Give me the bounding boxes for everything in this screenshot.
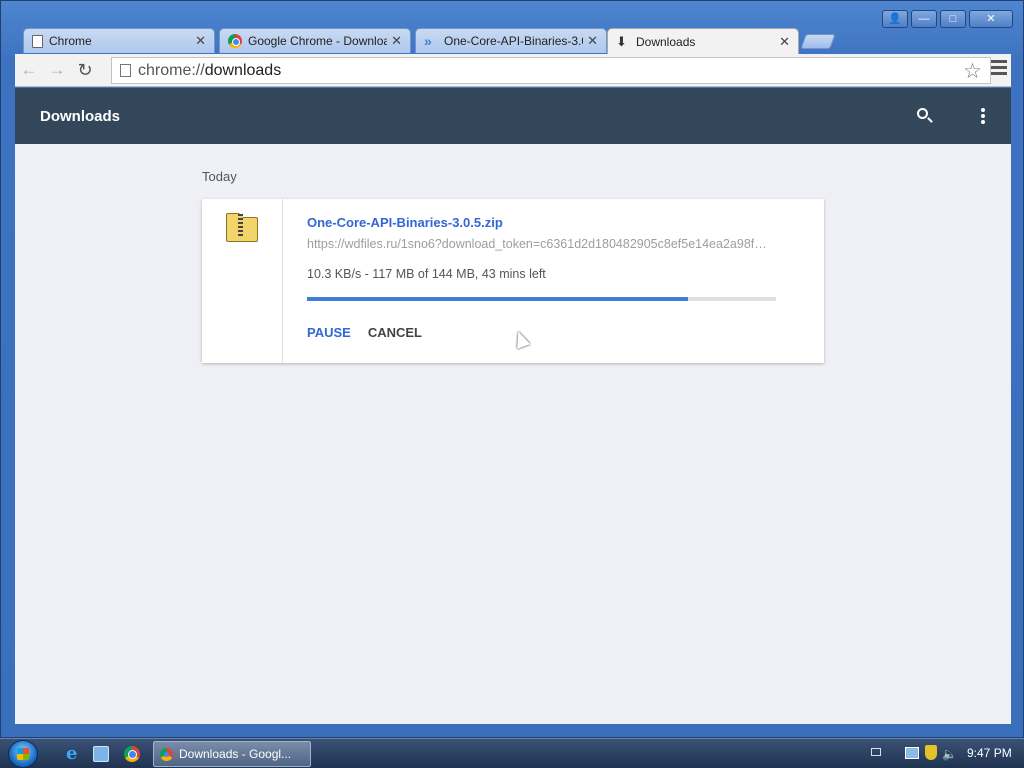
reload-button[interactable]: ↻ bbox=[71, 60, 99, 81]
chrome-logo-icon bbox=[228, 34, 242, 48]
download-details: One-Core-API-Binaries-3.0.5.zip https://… bbox=[307, 215, 777, 340]
browser-window: 👤 — □ ✕ Chrome ✕ Google Chrome - Downloa… bbox=[0, 0, 1024, 738]
chrome-logo-icon bbox=[160, 747, 173, 761]
page-icon bbox=[32, 34, 43, 48]
volume-icon[interactable]: 🔈 bbox=[942, 747, 957, 761]
tab-strip: Chrome ✕ Google Chrome - Downloa ✕ » One… bbox=[23, 28, 843, 54]
taskbar: e Downloads - Googl... 🔈 9:47 PM bbox=[0, 738, 1024, 768]
file-explorer-icon[interactable] bbox=[93, 746, 109, 762]
more-options-icon[interactable] bbox=[981, 108, 985, 126]
chrome-taskbar-icon[interactable] bbox=[124, 746, 140, 762]
browser-toolbar: ← → ↻ chrome://downloads ☆ bbox=[15, 54, 1011, 87]
keyboard-icon[interactable] bbox=[871, 748, 881, 756]
url-scheme: chrome:// bbox=[138, 61, 205, 79]
forward-button[interactable]: → bbox=[43, 60, 71, 80]
back-button[interactable]: ← bbox=[15, 60, 43, 80]
network-icon[interactable] bbox=[905, 747, 919, 759]
search-icon[interactable] bbox=[917, 108, 935, 126]
forward-chevron-icon: » bbox=[424, 33, 432, 49]
cancel-button[interactable]: CANCEL bbox=[368, 325, 422, 340]
download-status: 10.3 KB/s - 117 MB of 144 MB, 43 mins le… bbox=[307, 267, 546, 281]
tab-title: Google Chrome - Downloa bbox=[248, 34, 388, 48]
close-tab-icon[interactable]: ✕ bbox=[587, 33, 598, 49]
progress-fill bbox=[307, 297, 689, 301]
address-bar[interactable]: chrome://downloads ☆ bbox=[111, 57, 991, 84]
file-icon-column bbox=[202, 199, 283, 363]
page-icon bbox=[120, 64, 131, 77]
download-icon: ⬇ bbox=[616, 33, 627, 49]
tab-chrome[interactable]: Chrome ✕ bbox=[23, 28, 215, 53]
tab-one-core-api[interactable]: » One-Core-API-Binaries-3.0 ✕ bbox=[415, 28, 607, 53]
tab-title: One-Core-API-Binaries-3.0 bbox=[444, 34, 584, 48]
taskbar-item-downloads[interactable]: Downloads - Googl... bbox=[153, 741, 311, 767]
close-tab-icon[interactable]: ✕ bbox=[195, 33, 206, 49]
pause-button[interactable]: PAUSE bbox=[307, 325, 351, 340]
minimize-button[interactable]: — bbox=[911, 10, 937, 28]
profile-button[interactable]: 👤 bbox=[882, 10, 908, 28]
file-name-link[interactable]: One-Core-API-Binaries-3.0.5.zip bbox=[307, 215, 777, 230]
tab-title: Chrome bbox=[49, 34, 92, 48]
tab-google-chrome[interactable]: Google Chrome - Downloa ✕ bbox=[219, 28, 411, 53]
start-button[interactable] bbox=[8, 740, 38, 768]
download-actions: PAUSE CANCEL bbox=[307, 325, 777, 340]
tab-downloads[interactable]: ⬇ Downloads ✕ bbox=[607, 28, 799, 54]
close-window-button[interactable]: ✕ bbox=[969, 10, 1013, 28]
system-clock[interactable]: 9:47 PM bbox=[967, 746, 1012, 760]
security-shield-icon[interactable] bbox=[925, 745, 937, 760]
internet-explorer-icon[interactable]: e bbox=[66, 745, 82, 763]
url-path: downloads bbox=[204, 61, 282, 79]
page-content: Downloads Today One-Core-API-Binaries-3.… bbox=[15, 88, 1011, 724]
maximize-button[interactable]: □ bbox=[940, 10, 966, 28]
window-controls: 👤 — □ ✕ bbox=[882, 10, 1013, 28]
bookmark-star-icon[interactable]: ☆ bbox=[963, 59, 982, 84]
zip-folder-icon bbox=[226, 213, 258, 242]
date-heading: Today bbox=[202, 169, 237, 184]
tab-title: Downloads bbox=[636, 34, 696, 49]
close-tab-icon[interactable]: ✕ bbox=[391, 33, 402, 49]
new-tab-button[interactable] bbox=[800, 34, 836, 49]
progress-bar bbox=[307, 297, 776, 301]
source-url[interactable]: https://wdfiles.ru/1sno6?download_token=… bbox=[307, 237, 777, 251]
chrome-menu-icon[interactable] bbox=[991, 60, 1007, 78]
page-title: Downloads bbox=[40, 107, 121, 125]
taskbar-item-label: Downloads - Googl... bbox=[179, 747, 292, 761]
downloads-header: Downloads bbox=[15, 88, 1011, 144]
close-tab-icon[interactable]: ✕ bbox=[779, 34, 790, 50]
